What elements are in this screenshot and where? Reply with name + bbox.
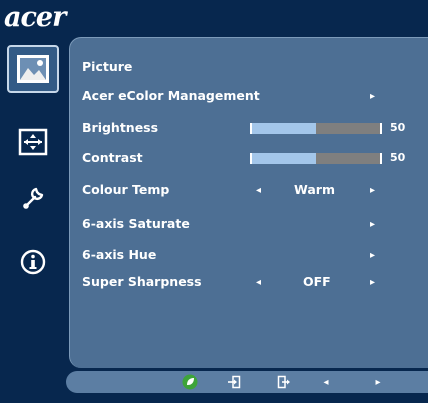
item-label: 6-axis Saturate bbox=[82, 216, 190, 231]
super-sharpness-value: OFF bbox=[303, 274, 331, 289]
power-leaf-icon bbox=[182, 374, 198, 390]
wrench-icon bbox=[23, 187, 44, 209]
item-label: Contrast bbox=[82, 150, 143, 165]
arrow-left-icon[interactable]: ◂ bbox=[256, 272, 261, 293]
tab-display[interactable] bbox=[7, 118, 59, 166]
submenu-arrow-icon: ▸ bbox=[370, 91, 376, 102]
brightness-slider[interactable] bbox=[250, 123, 382, 134]
auto-power-button[interactable] bbox=[182, 374, 198, 390]
display-position-icon bbox=[18, 128, 48, 156]
menu-item-6-axis-hue[interactable]: 6-axis Hue ▸ bbox=[70, 245, 428, 265]
tab-information[interactable] bbox=[7, 238, 59, 286]
item-label: Brightness bbox=[82, 120, 159, 135]
menu-item-acer-ecolor-management[interactable]: Acer eColor Management ▸ bbox=[70, 86, 428, 106]
left-button[interactable]: ◂ bbox=[318, 374, 334, 390]
menu-item-super-sharpness[interactable]: Super Sharpness ◂ OFF ▸ bbox=[70, 272, 428, 292]
contrast-slider-fill bbox=[252, 153, 316, 164]
arrow-right-icon[interactable]: ▸ bbox=[370, 180, 375, 201]
page-title: Picture bbox=[82, 59, 133, 74]
menu-item-colour-temp[interactable]: Colour Temp ◂ Warm ▸ bbox=[70, 180, 428, 200]
enter-button[interactable] bbox=[226, 374, 242, 390]
tab-picture[interactable] bbox=[7, 45, 59, 93]
enter-icon bbox=[228, 375, 241, 389]
contrast-value: 50 bbox=[390, 151, 406, 164]
tab-settings[interactable] bbox=[7, 173, 59, 221]
item-label: 6-axis Hue bbox=[82, 247, 157, 262]
acer-logo: acer bbox=[4, 2, 66, 33]
menu-item-contrast[interactable]: Contrast 50 bbox=[70, 148, 428, 168]
arrow-left-icon: ◂ bbox=[323, 376, 329, 388]
item-label: Super Sharpness bbox=[82, 274, 202, 289]
picture-menu-panel: Picture Acer eColor Management ▸ Brightn… bbox=[69, 37, 428, 368]
item-label: Colour Temp bbox=[82, 182, 170, 197]
info-icon bbox=[20, 249, 46, 275]
exit-icon bbox=[277, 375, 290, 389]
menu-item-brightness[interactable]: Brightness 50 bbox=[70, 118, 428, 138]
right-button[interactable]: ▸ bbox=[370, 374, 386, 390]
colour-temp-value: Warm bbox=[294, 182, 335, 197]
osd-window: acer Picture Acer eColor Management ▸ Br… bbox=[0, 0, 428, 403]
arrow-left-icon[interactable]: ◂ bbox=[256, 180, 261, 201]
brightness-slider-fill bbox=[252, 123, 316, 134]
submenu-arrow-icon: ▸ bbox=[370, 219, 376, 230]
brightness-value: 50 bbox=[390, 121, 406, 134]
menu-title: Picture bbox=[70, 57, 428, 77]
submenu-arrow-icon: ▸ bbox=[370, 250, 376, 261]
bottom-button-bar: ◂ ▸ bbox=[66, 371, 428, 393]
picture-icon bbox=[17, 55, 49, 83]
arrow-right-icon[interactable]: ▸ bbox=[370, 272, 375, 293]
item-label: Acer eColor Management bbox=[82, 88, 260, 103]
arrow-right-icon: ▸ bbox=[375, 376, 381, 388]
exit-button[interactable] bbox=[276, 374, 292, 390]
menu-item-6-axis-saturate[interactable]: 6-axis Saturate ▸ bbox=[70, 214, 428, 234]
contrast-slider[interactable] bbox=[250, 153, 382, 164]
